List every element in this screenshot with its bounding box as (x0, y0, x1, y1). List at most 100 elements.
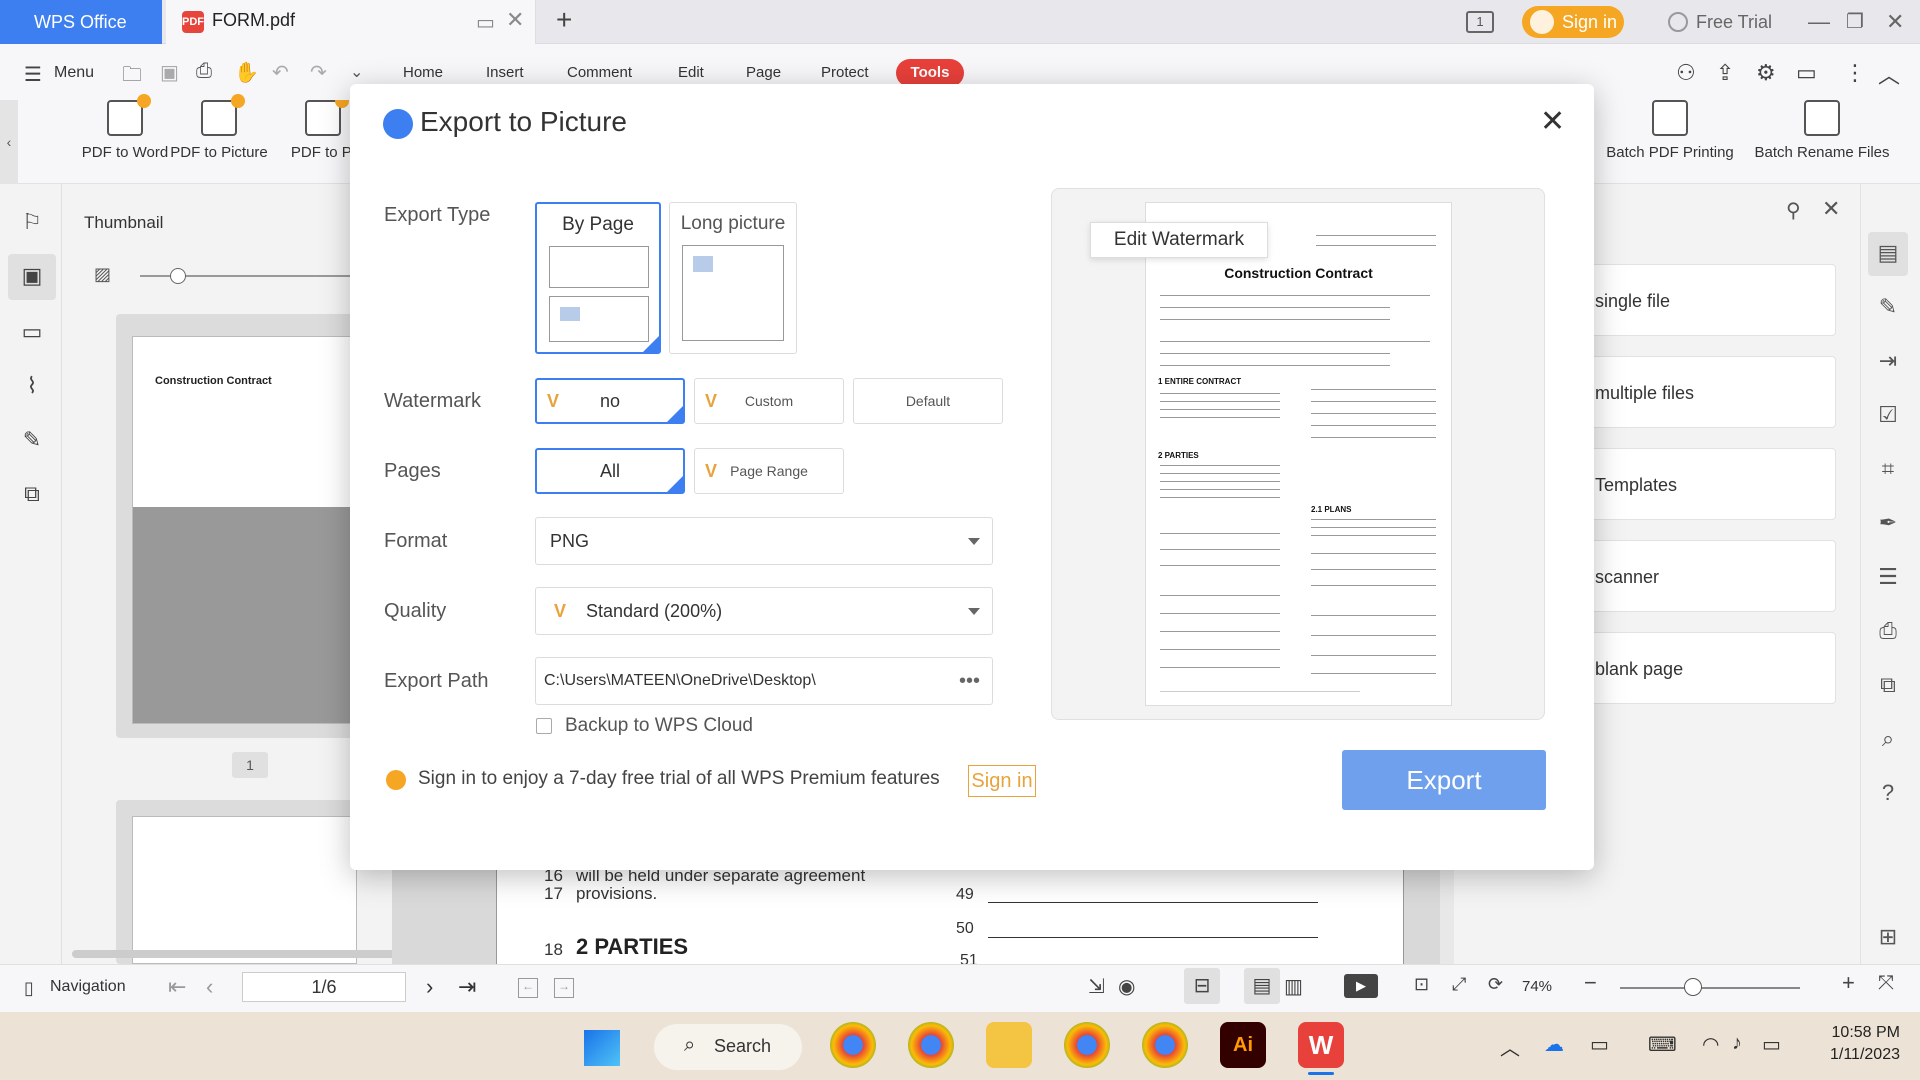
tab-insert[interactable]: Insert (486, 64, 524, 81)
back-icon[interactable]: ← (518, 978, 538, 998)
page-number-input[interactable]: 1/6 (242, 972, 406, 1002)
share-user-icon[interactable]: ⚇ (1676, 60, 1696, 86)
tab-edit[interactable]: Edit (678, 64, 704, 81)
show-hidden-icons-icon[interactable]: ︿ (1500, 1032, 1520, 1061)
share-icon[interactable]: ⇪ (1716, 60, 1734, 86)
edit-icon[interactable]: ✎ (1873, 294, 1903, 324)
export-doc-icon[interactable]: ⇥ (1873, 348, 1903, 378)
monitor-icon[interactable]: ▭ (476, 10, 495, 35)
right-panel-card-multiple-files[interactable]: multiple files (1578, 356, 1836, 428)
display-icon[interactable]: ▭ (1590, 1032, 1609, 1057)
wps-office-tab[interactable]: WPS Office (0, 0, 162, 44)
hand-tool-icon[interactable]: ✋ (234, 60, 259, 85)
chrome-icon[interactable] (830, 1022, 876, 1068)
comment-icon[interactable]: ▭ (1796, 60, 1817, 86)
menu-button[interactable]: Menu (54, 64, 94, 82)
fit-page-icon[interactable]: ⤢ (1452, 974, 1466, 995)
export-path-input[interactable]: C:\Users\MATEEN\OneDrive\Desktop\ ••• (535, 657, 993, 705)
dialog-sign-in-link[interactable]: Sign in (968, 765, 1036, 797)
chrome-alt2-icon[interactable] (1142, 1022, 1188, 1068)
signature-icon[interactable]: ✎ (18, 426, 46, 454)
printer-icon[interactable]: ⎙ (1873, 618, 1903, 648)
thumbnail-icon[interactable]: ▣ (18, 262, 46, 290)
two-page-view-icon[interactable]: ▥ (1284, 974, 1303, 999)
pages-option-all[interactable]: All (535, 448, 685, 494)
thumbnail-slider-handle[interactable] (170, 268, 186, 284)
extract-icon[interactable]: ⇲ (1088, 974, 1105, 999)
print-icon[interactable]: ⎙ (196, 60, 212, 83)
bookmark-icon[interactable]: ⚐ (18, 208, 46, 236)
edit-watermark-tooltip[interactable]: Edit Watermark (1090, 222, 1268, 258)
tab-tools[interactable]: Tools (896, 59, 964, 87)
export-type-by-page[interactable]: By Page (535, 202, 661, 354)
windows-start-icon[interactable] (584, 1030, 620, 1066)
continuous-view-icon[interactable]: ▤ (1244, 968, 1280, 1004)
right-panel-card-scanner[interactable]: scanner (1578, 540, 1836, 612)
wps-office-taskbar-icon[interactable]: W (1298, 1022, 1344, 1068)
right-panel-card-blank-page[interactable]: blank page (1578, 632, 1836, 704)
adobe-illustrator-icon[interactable]: Ai (1220, 1022, 1266, 1068)
comments-panel-icon[interactable]: ▭ (18, 318, 46, 346)
close-panel-icon[interactable]: ✕ (1822, 196, 1840, 222)
chrome-alt-icon[interactable] (1064, 1022, 1110, 1068)
redo-icon[interactable]: ↷ (310, 60, 327, 85)
thumbnail-page-2[interactable] (132, 816, 357, 964)
single-page-view-icon[interactable]: ⊟ (1184, 968, 1220, 1004)
open-folder-icon[interactable]: 🗀 (122, 60, 142, 94)
export-type-long-picture[interactable]: Long picture (669, 202, 797, 354)
first-page-icon[interactable]: ⇤ (168, 974, 186, 1000)
chrome-profile-icon[interactable] (908, 1022, 954, 1068)
zoom-level[interactable]: 74% (1522, 978, 1552, 995)
collapse-ribbon-icon[interactable]: ︿ (1878, 58, 1900, 90)
tab-protect[interactable]: Protect (821, 64, 869, 81)
customize-dropdown-icon[interactable]: ⌄ (350, 62, 363, 82)
backup-checkbox[interactable] (536, 718, 552, 734)
format-select[interactable]: PNG (535, 517, 993, 565)
wifi-icon[interactable]: ◠ (1702, 1032, 1719, 1057)
battery-icon[interactable]: ▭ (1762, 1032, 1781, 1057)
rotate-icon[interactable]: ⟳ (1488, 974, 1503, 995)
close-tab-icon[interactable]: ✕ (506, 7, 524, 33)
tab-home[interactable]: Home (403, 64, 443, 81)
hamburger-icon[interactable]: ☰ (24, 62, 42, 87)
zoom-out-icon[interactable]: − (1584, 970, 1597, 996)
ocr-icon[interactable]: ⌗ (1873, 456, 1903, 486)
browse-ellipsis-icon[interactable]: ••• (959, 658, 980, 704)
help-icon[interactable]: ? (1873, 780, 1903, 810)
right-panel-card-single-file[interactable]: single file (1578, 264, 1836, 336)
next-page-icon[interactable]: › (426, 974, 433, 1000)
tab-comment[interactable]: Comment (567, 64, 632, 81)
zoom-slider[interactable] (1620, 987, 1800, 989)
actual-size-icon[interactable]: ⊡ (1414, 974, 1429, 995)
translate-icon[interactable]: ⧉ (1873, 672, 1903, 702)
thumbnail-scrollbar[interactable] (72, 950, 434, 958)
prev-page-icon[interactable]: ‹ (206, 974, 213, 1000)
ribbon-scroll-left-icon[interactable]: ‹ (0, 100, 18, 184)
search-text-icon[interactable]: ⌕ (1873, 726, 1903, 756)
batch-pdf-printing-button[interactable]: Batch PDF Printing (1600, 100, 1740, 161)
pdf-to-picture-button[interactable]: PDF to Picture (164, 94, 274, 161)
navigation-button[interactable]: Navigation (50, 978, 126, 996)
watermark-option-default[interactable]: Default (853, 378, 1003, 424)
quality-select[interactable]: V Standard (200%) (535, 587, 993, 635)
image-icon[interactable]: ▨ (94, 264, 111, 285)
thumbnail-page-1[interactable]: Construction Contract (132, 336, 357, 724)
eye-protection-icon[interactable]: ◉ (1118, 974, 1135, 999)
zoom-in-icon[interactable]: + (1842, 970, 1855, 996)
new-tab-icon[interactable]: + (556, 4, 572, 36)
undo-icon[interactable]: ↶ (272, 60, 289, 85)
close-window-icon[interactable]: ✕ (1886, 0, 1904, 44)
pin-icon[interactable]: ⚲ (1786, 198, 1801, 223)
pdf-to-ppt-button[interactable]: PDF to Pi (288, 100, 358, 161)
document-tab[interactable]: PDF FORM.pdf ▭ ✕ (166, 0, 536, 44)
play-slideshow-icon[interactable]: ▶ (1344, 974, 1378, 998)
restore-icon[interactable]: ❐ (1846, 0, 1864, 44)
last-page-icon[interactable]: ⇥ (458, 974, 476, 1000)
page-count-icon[interactable]: 1 (1466, 11, 1494, 33)
file-explorer-icon[interactable] (986, 1022, 1032, 1068)
settings-icon[interactable]: ⚙ (1756, 60, 1776, 86)
more-icon[interactable]: ⋮ (1844, 60, 1866, 86)
keyboard-icon[interactable]: ⌨ (1648, 1032, 1677, 1057)
pages-option-page-range[interactable]: V Page Range (694, 448, 844, 494)
watermark-option-custom[interactable]: V Custom (694, 378, 844, 424)
